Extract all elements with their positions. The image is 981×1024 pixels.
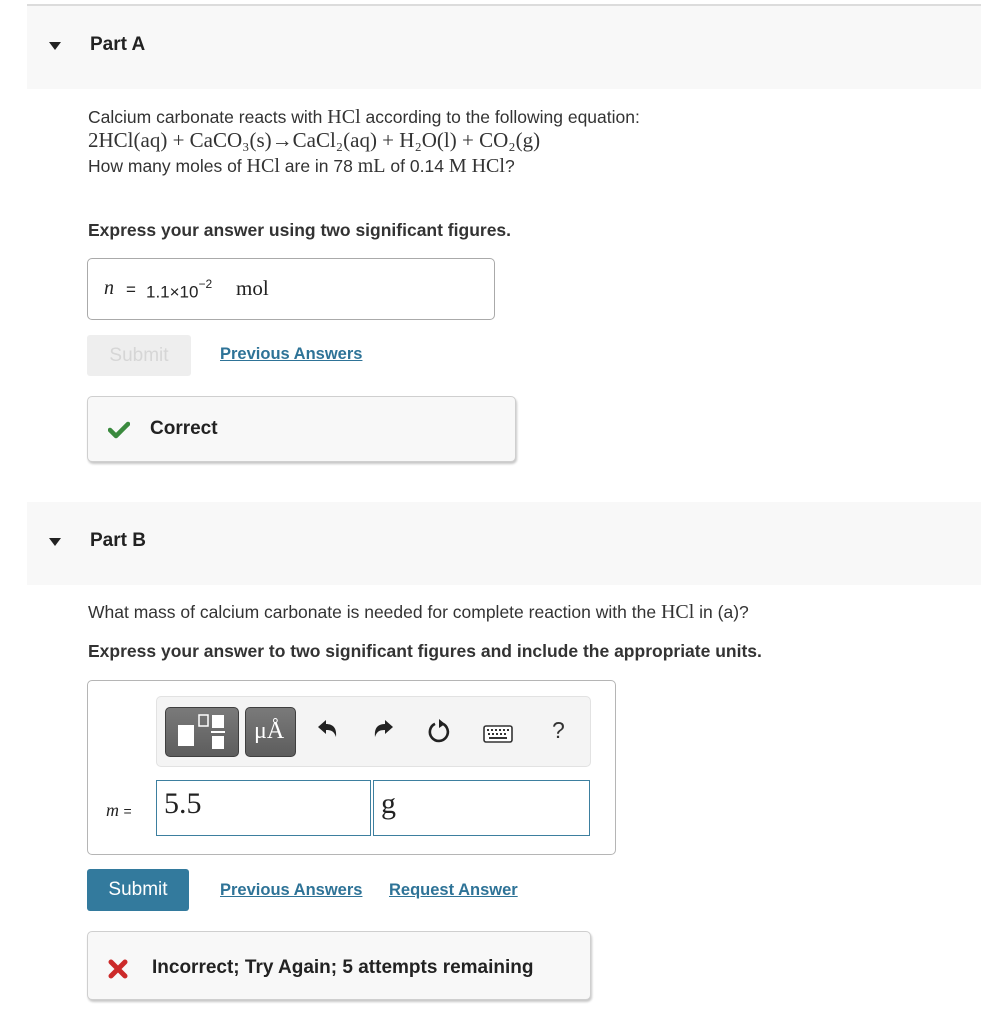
question-end: ?: [504, 156, 515, 176]
units-button[interactable]: μÅ: [245, 707, 296, 757]
intro-text: Calcium carbonate reacts with: [88, 107, 323, 127]
part-a-submit-button[interactable]: Submit: [87, 335, 191, 376]
value-input[interactable]: 5.5: [156, 780, 371, 836]
units-label: μÅ: [254, 718, 285, 744]
part-a-instruction: Express your answer using two significan…: [88, 220, 512, 240]
redo-icon[interactable]: [371, 719, 395, 743]
editor-toolbar: μÅ ?: [156, 696, 591, 767]
equals-sign: =: [123, 803, 132, 819]
part-a-feedback: Correct: [87, 396, 516, 462]
feedback-message: Correct: [150, 418, 218, 439]
templates-icon: [178, 714, 225, 749]
question-end: in (a)?: [699, 602, 749, 622]
question-text: are in 78: [284, 156, 353, 176]
collapse-caret-icon[interactable]: [49, 538, 61, 546]
intro-end-text: according to the following equation:: [365, 107, 640, 127]
keyboard-icon[interactable]: [483, 725, 513, 743]
part-b-feedback: Incorrect; Try Again; 5 attempts remaini…: [87, 931, 591, 1000]
templates-button[interactable]: [165, 707, 239, 757]
reset-icon[interactable]: [426, 719, 452, 745]
answer-unit: mol: [236, 276, 269, 300]
request-answer-link[interactable]: Request Answer: [389, 881, 518, 900]
feedback-message: Incorrect; Try Again; 5 attempts remaini…: [152, 957, 534, 978]
chemical-equation: 2HCl(aq) + CaCO₃(s)→CaCl₂(aq) + H₂O(l) +…: [88, 128, 541, 152]
question-text: of 0.14: [390, 156, 444, 176]
answer-exponent: −2: [198, 277, 213, 291]
ml-unit: mL: [357, 155, 386, 177]
part-b-header[interactable]: Part B: [27, 502, 981, 585]
question-text: What mass of calcium carbonate is needed…: [88, 602, 657, 622]
question-text: How many moles of: [88, 156, 242, 176]
part-b-question: What mass of calcium carbonate is needed…: [88, 601, 749, 623]
part-b-title: Part B: [90, 530, 146, 551]
part-b-previous-answers-link[interactable]: Previous Answers: [220, 881, 362, 900]
part-a-header[interactable]: Part A: [27, 6, 981, 89]
check-icon: [108, 421, 130, 439]
answer-variable: m: [106, 800, 119, 820]
part-b-submit-button[interactable]: Submit: [87, 869, 189, 911]
answer-label: m =: [106, 800, 132, 821]
unit-input[interactable]: g: [373, 780, 590, 836]
part-a-answer-display: n = 1.1×10−2 mol: [87, 258, 495, 320]
part-a-previous-answers-link[interactable]: Previous Answers: [220, 345, 362, 364]
answer-value: 1.1×10−2: [146, 277, 213, 303]
hcl-formula: HCl: [246, 155, 280, 177]
molarity-unit: M HCl: [448, 155, 505, 177]
answer-mantissa: 1.1×10: [146, 282, 199, 302]
equals-sign: =: [126, 280, 136, 299]
undo-icon[interactable]: [316, 719, 340, 743]
part-b-instruction: Express your answer to two significant f…: [88, 641, 762, 661]
x-icon: [108, 959, 128, 979]
answer-variable: n: [104, 277, 114, 299]
part-a-question: How many moles of HCl are in 78 mL of 0.…: [88, 155, 515, 177]
answer-editor: μÅ ? m = 5.5 g: [87, 680, 616, 855]
help-button[interactable]: ?: [552, 717, 565, 744]
collapse-caret-icon[interactable]: [49, 42, 61, 50]
hcl-formula: HCl: [660, 601, 695, 623]
hcl-formula: HCl: [327, 106, 361, 128]
part-a-title: Part A: [90, 34, 146, 55]
part-a-intro: Calcium carbonate reacts with HCl accord…: [88, 106, 640, 128]
